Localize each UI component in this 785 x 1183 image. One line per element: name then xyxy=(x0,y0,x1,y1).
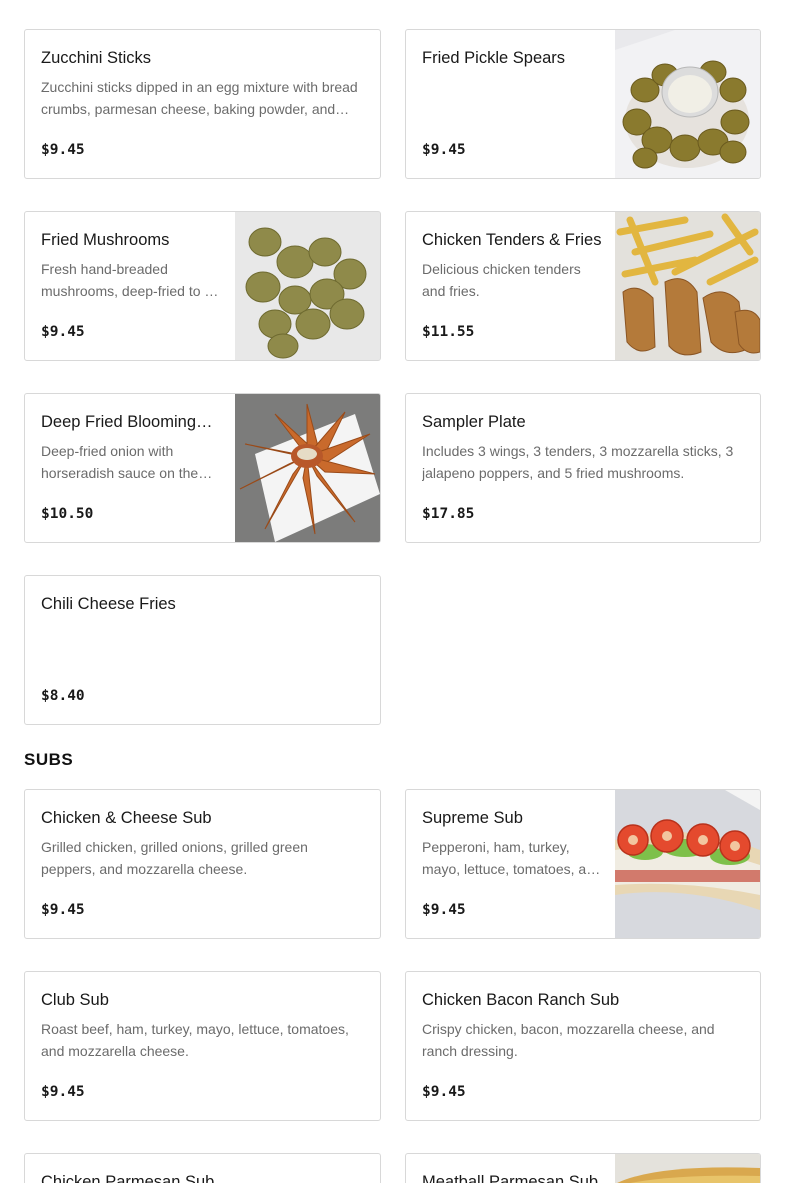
menu-item-name: Fried Pickle Spears xyxy=(422,49,566,67)
menu-item-price: $9.45 xyxy=(422,142,466,158)
menu-item-price: $9.45 xyxy=(41,1084,85,1100)
menu-item-card[interactable]: Chicken Bacon Ranch Sub Crispy chicken, … xyxy=(405,971,761,1121)
menu-item-name: Chicken & Cheese Sub xyxy=(41,809,212,827)
menu-item-price: $10.50 xyxy=(41,506,94,522)
menu-item-card[interactable]: Chili Cheese Fries $8.40 xyxy=(24,575,381,725)
menu-item-description: Deep-fried onion with horseradish sauce … xyxy=(41,443,199,481)
menu-item-card[interactable]: Chicken & Cheese Sub Grilled chicken, gr… xyxy=(24,789,381,939)
menu-item-description: Grilled chicken, grilled onions, grilled… xyxy=(41,839,308,877)
menu-item-card[interactable]: Supreme Sub Pepperoni, ham, turkey, mayo… xyxy=(405,789,761,939)
menu-item-card[interactable]: Deep Fried Blooming Onion Deep-fried oni… xyxy=(24,393,381,543)
menu-item-card[interactable]: Sampler Plate Includes 3 wings, 3 tender… xyxy=(405,393,761,543)
menu-item-description: Fresh hand-breaded mushrooms, deep-fried… xyxy=(41,261,213,299)
menu-item-description: Delicious chicken tenders and fries. xyxy=(422,261,581,299)
menu-item-description: Roast beef, ham, turkey, mayo, lettuce, … xyxy=(41,1021,349,1059)
chicken-tenders-fries-image xyxy=(615,212,760,360)
menu-item-price: $11.55 xyxy=(422,324,475,340)
menu-item-card[interactable]: Club Sub Roast beef, ham, turkey, mayo, … xyxy=(24,971,381,1121)
menu-item-card[interactable]: Zucchini Sticks Zucchini sticks dipped i… xyxy=(24,29,381,179)
supreme-sub-image xyxy=(615,790,760,938)
menu-item-price: $9.45 xyxy=(41,142,85,158)
meatball-sub-image xyxy=(615,1154,760,1183)
menu-item-price: $9.45 xyxy=(422,1084,466,1100)
menu-item-name: Chicken Bacon Ranch Sub xyxy=(422,991,620,1009)
menu-item-name: Fried Mushrooms xyxy=(41,231,170,249)
menu-item-description: Pepperoni, ham, turkey, mayo, lettuce, t… xyxy=(422,839,602,877)
menu-item-card[interactable]: Chicken Parmesan Sub xyxy=(24,1153,381,1183)
menu-item-name: Sampler Plate xyxy=(422,413,526,431)
menu-item-name: Chicken Parmesan Sub xyxy=(41,1173,215,1183)
menu-item-description: Zucchini sticks dipped in an egg mixture… xyxy=(41,79,358,117)
menu-item-price: $17.85 xyxy=(422,506,475,522)
menu-item-name: Meatball Parmesan Sub xyxy=(422,1173,599,1183)
blooming-onion-image xyxy=(235,394,380,542)
menu-item-card[interactable]: Fried Pickle Spears $9.45 xyxy=(405,29,761,179)
section-title: SUBS xyxy=(24,750,74,769)
menu-item-name: Chili Cheese Fries xyxy=(41,595,176,613)
menu-item-name: Club Sub xyxy=(41,991,109,1009)
menu-item-name: Supreme Sub xyxy=(422,809,523,827)
menu-item-price: $9.45 xyxy=(41,324,85,340)
menu-item-price: $8.40 xyxy=(41,688,85,704)
menu-item-description: Includes 3 wings, 3 tenders, 3 mozzarell… xyxy=(422,443,734,481)
menu-item-price: $9.45 xyxy=(422,902,466,918)
menu-item-card[interactable]: Fried Mushrooms Fresh hand-breaded mushr… xyxy=(24,211,381,361)
menu-item-price: $9.45 xyxy=(41,902,85,918)
menu-item-card[interactable]: Meatball Parmesan Sub xyxy=(405,1153,761,1183)
fried-pickles-image xyxy=(615,30,760,178)
menu-item-description: Crispy chicken, bacon, mozzarella cheese… xyxy=(422,1021,715,1059)
menu-item-name: Zucchini Sticks xyxy=(41,49,152,67)
fried-mushrooms-image xyxy=(235,212,380,360)
menu-item-name: Chicken Tenders & Fries xyxy=(422,231,602,249)
menu-item-card[interactable]: Chicken Tenders & Fries Delicious chicke… xyxy=(405,211,761,361)
menu-item-name: Deep Fried Blooming Onion xyxy=(41,413,213,431)
